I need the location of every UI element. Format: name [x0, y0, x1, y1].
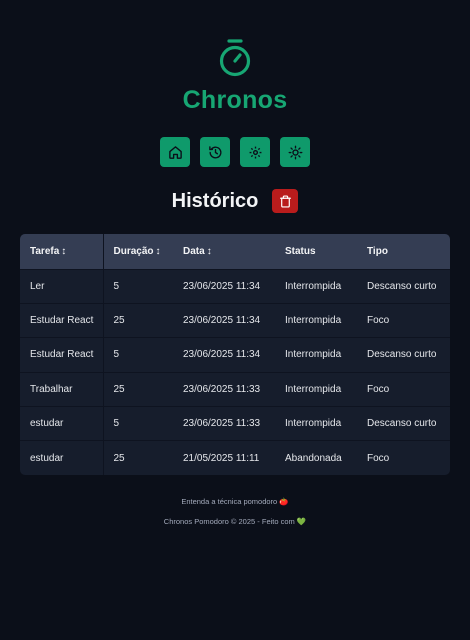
cell-tipo: Descanso curto [367, 280, 437, 292]
cell-duracao: 25 [113, 383, 125, 395]
cell-tipo: Descanso curto [367, 418, 437, 430]
settings-button[interactable] [240, 137, 270, 167]
table-row: Trabalhar 25 23/06/2025 11:33 Interrompi… [20, 372, 450, 407]
logo: Chronos [0, 38, 470, 115]
column-header-tipo: Tipo [367, 245, 388, 257]
cell-tipo: Foco [367, 383, 390, 395]
cell-status: Interrompida [285, 418, 342, 430]
history-icon [208, 145, 221, 158]
timer-icon [219, 39, 251, 77]
cell-duracao: 25 [113, 315, 125, 327]
cell-tarefa: estudar [20, 440, 104, 475]
column-header-duracao[interactable]: Duração ↕ [103, 234, 173, 269]
copyright-text: Chronos Pomodoro © 2025 - Feito com 💚 [163, 517, 307, 526]
table-row: estudar 5 23/06/2025 11:33 Interrompida … [20, 406, 450, 441]
cell-tarefa: Trabalhar [20, 372, 104, 407]
cell-tarefa: Estudar React [20, 337, 104, 373]
cell-duracao: 25 [113, 452, 125, 464]
cell-tarefa: Estudar React [20, 303, 104, 338]
table-row: Ler 5 23/06/2025 11:34 Interrompida Desc… [20, 269, 450, 304]
cell-duracao: 5 [113, 349, 120, 361]
sort-icon: ↕ [206, 245, 212, 257]
home-icon [168, 145, 182, 159]
trash-icon [279, 194, 291, 208]
cell-tipo: Foco [367, 452, 390, 464]
cell-data: 23/06/2025 11:33 [183, 418, 261, 430]
cell-duracao: 5 [113, 418, 120, 430]
cell-status: Interrompida [285, 349, 342, 361]
table-row: estudar 25 21/05/2025 11:11 Abandonada F… [20, 440, 450, 475]
clear-history-button[interactable] [272, 189, 299, 213]
cell-status: Abandonada [285, 452, 342, 464]
cell-tarefa: estudar [20, 406, 104, 441]
cell-data: 23/06/2025 11:34 [183, 315, 261, 327]
table-row: Estudar React 25 23/06/2025 11:34 Interr… [20, 303, 450, 338]
pomodoro-info-link[interactable]: Entenda a técnica pomodoro 🍅 [0, 497, 470, 506]
history-table: Tarefa ↕ Duração ↕ Data ↕ Status Tipo Ler 5… [20, 234, 450, 475]
cell-status: Interrompida [285, 280, 342, 292]
cell-tipo: Descanso curto [367, 349, 437, 361]
table-header-row: Tarefa ↕ Duração ↕ Data ↕ Status Tipo [20, 234, 450, 269]
theme-toggle-button[interactable] [280, 137, 310, 167]
history-button[interactable] [200, 137, 230, 167]
cell-data: 21/05/2025 11:11 [183, 452, 260, 464]
cell-status: Interrompida [285, 383, 342, 395]
cell-data: 23/06/2025 11:33 [183, 383, 261, 395]
column-header-data[interactable]: Data ↕ [173, 234, 275, 269]
cell-tipo: Foco [367, 315, 390, 327]
cell-data: 23/06/2025 11:34 [183, 280, 261, 292]
table-row: Estudar React 5 23/06/2025 11:34 Interro… [20, 337, 450, 373]
sun-icon [288, 145, 302, 159]
cell-duracao: 5 [113, 280, 120, 292]
home-button[interactable] [160, 137, 190, 167]
settings-icon [249, 146, 261, 158]
cell-data: 23/06/2025 11:34 [183, 349, 261, 361]
sort-icon: ↕ [61, 245, 67, 257]
column-header-status: Status [285, 245, 316, 257]
history-header: Histórico [0, 189, 470, 213]
sort-icon: ↕ [155, 245, 161, 257]
main-menu [0, 137, 470, 167]
cell-tarefa: Ler [20, 269, 104, 304]
app-title: Chronos [182, 86, 288, 114]
page-title: Histórico [171, 189, 259, 212]
column-header-tarefa[interactable]: Tarefa ↕ [20, 234, 104, 269]
history-table-container: Tarefa ↕ Duração ↕ Data ↕ Status Tipo Ler 5… [20, 234, 450, 475]
cell-status: Interrompida [285, 315, 342, 327]
